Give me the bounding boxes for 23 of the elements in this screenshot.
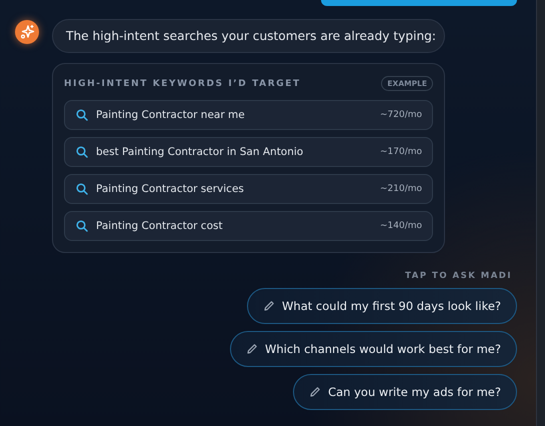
sparkle-avatar-icon	[15, 20, 39, 44]
keyword-text: Painting Contractor services	[96, 183, 245, 195]
suggestion-button[interactable]: What could my first 90 days look like?	[247, 288, 517, 324]
suggestions-label: TAP TO ASK MADI	[405, 271, 512, 281]
suggestion-button[interactable]: Can you write my ads for me?	[293, 374, 517, 410]
card-title: HIGH-INTENT KEYWORDS I’D TARGET	[64, 78, 301, 88]
search-icon	[76, 183, 88, 195]
pencil-icon	[309, 386, 322, 398]
search-icon	[76, 220, 88, 232]
search-volume: ~210/mo	[380, 184, 422, 194]
keyword-text: Painting Contractor cost	[96, 220, 224, 232]
keyword-text: best Painting Contractor in San Antonio	[96, 146, 304, 158]
pencil-icon	[263, 300, 276, 312]
scrollbar[interactable]	[536, 0, 545, 426]
pencil-icon	[246, 343, 258, 355]
search-volume: ~170/mo	[380, 147, 422, 157]
search-icon	[76, 146, 88, 158]
keyword-text: Painting Contractor near me	[96, 109, 246, 121]
search-volume: ~140/mo	[380, 221, 422, 231]
search-volume: ~720/mo	[380, 110, 422, 120]
assistant-message: The high-intent searches your customers are already typing:	[52, 19, 445, 53]
search-icon	[76, 109, 88, 121]
suggestion-button[interactable]: Which channels would work best for me?	[230, 331, 517, 367]
